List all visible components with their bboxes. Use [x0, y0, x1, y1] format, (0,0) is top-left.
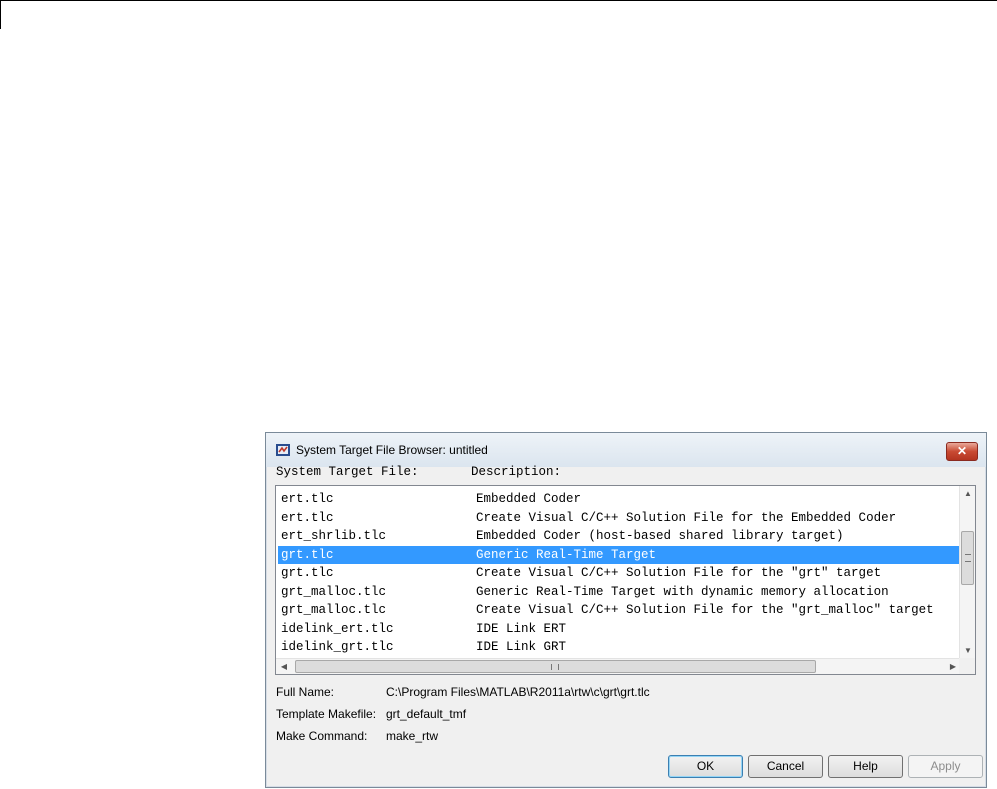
full-name-value: C:\Program Files\MATLAB\R2011a\rtw\c\grt…: [386, 685, 650, 699]
horizontal-scroll-thumb[interactable]: [295, 660, 816, 673]
target-file-description: Create Visual C/C++ Solution File for th…: [476, 510, 897, 525]
target-file-description: Create Visual C/C++ Solution File for th…: [476, 566, 882, 580]
scroll-down-arrow-icon[interactable]: ▼: [960, 643, 975, 659]
vertical-scrollbar[interactable]: ▲ ▼: [959, 486, 975, 659]
column-header-description: Description:: [471, 465, 562, 479]
template-makefile-label: Template Makefile:: [276, 707, 377, 721]
page-top-border: [0, 0, 997, 1]
target-file-name: ert.tlc: [281, 492, 334, 506]
target-file-row[interactable]: ert_shrlib.tlc Embedded Coder (host-based…: [278, 527, 959, 546]
ok-button[interactable]: OK: [668, 755, 743, 778]
target-file-description: Generic Real-Time Target with dynamic me…: [476, 584, 889, 599]
target-file-list[interactable]: ert.tlc Embedded Coder ert.tlc Create Visua…: [275, 485, 976, 675]
title-bar[interactable]: System Target File Browser: untitled ✕: [266, 433, 986, 467]
window-title: System Target File Browser: untitled: [296, 443, 488, 457]
grip-icon: [965, 554, 971, 562]
target-file-row[interactable]: grt_malloc.tlc Create Visual C/C++ Soluti…: [278, 601, 959, 620]
target-file-row[interactable]: ert.tlc Create Visual C/C++ Solution File…: [278, 509, 959, 528]
column-header-file: System Target File:: [276, 465, 419, 479]
close-button[interactable]: ✕: [946, 442, 978, 461]
simulink-window-icon: [276, 444, 290, 456]
target-file-description: IDE Link GRT: [476, 640, 567, 654]
target-file-name: ert_shrlib.tlc: [281, 529, 387, 543]
cancel-button[interactable]: Cancel: [748, 755, 823, 778]
target-file-row[interactable]: grt_malloc.tlc Generic Real-Time Target w…: [278, 583, 959, 602]
full-name-label: Full Name:: [276, 685, 335, 699]
page-left-tick: [0, 0, 1, 29]
template-makefile-value: grt_default_tmf: [386, 707, 467, 721]
make-command-value: make_rtw: [386, 729, 439, 743]
system-target-file-browser-dialog: System Target File Browser: untitled ✕ S…: [265, 432, 987, 788]
target-file-description: Generic Real-Time Target: [476, 547, 657, 562]
target-file-rows: ert.tlc Embedded Coder ert.tlc Create Visua…: [276, 486, 961, 659]
help-button[interactable]: Help: [828, 755, 903, 778]
target-file-row[interactable]: grt.tlc Generic Real-Time Target: [278, 545, 959, 564]
target-file-row[interactable]: idelink_grt.tlc IDE Link GRT: [278, 638, 959, 657]
target-file-row[interactable]: idelink_ert.tlc IDE Link ERT: [278, 620, 959, 639]
scrollbar-corner: [959, 658, 975, 674]
target-file-name: grt_malloc.tlc: [281, 584, 387, 599]
target-file-name: idelink_grt.tlc: [281, 640, 394, 654]
target-file-description: IDE Link ERT: [476, 621, 567, 636]
target-file-row[interactable]: ert.tlc Embedded Coder: [278, 490, 959, 509]
target-file-description: Embedded Coder (host-based shared librar…: [476, 529, 844, 543]
horizontal-scrollbar[interactable]: ◀ ▶: [276, 658, 961, 674]
target-file-name: grt.tlc: [281, 547, 334, 562]
apply-button[interactable]: Apply: [908, 755, 983, 778]
target-file-description: Embedded Coder: [476, 492, 582, 506]
scroll-left-arrow-icon[interactable]: ◀: [276, 659, 292, 674]
target-file-name: ert.tlc: [281, 510, 334, 525]
target-file-name: grt_malloc.tlc: [281, 603, 387, 617]
target-file-name: grt.tlc: [281, 566, 334, 580]
grip-icon: [551, 664, 559, 670]
target-file-description: Create Visual C/C++ Solution File for th…: [476, 603, 934, 617]
make-command-label: Make Command:: [276, 729, 368, 743]
vertical-scroll-thumb[interactable]: [961, 531, 974, 585]
target-file-row[interactable]: grt.tlc Create Visual C/C++ Solution File…: [278, 564, 959, 583]
scroll-up-arrow-icon[interactable]: ▲: [960, 486, 975, 502]
target-file-name: idelink_ert.tlc: [281, 621, 394, 636]
